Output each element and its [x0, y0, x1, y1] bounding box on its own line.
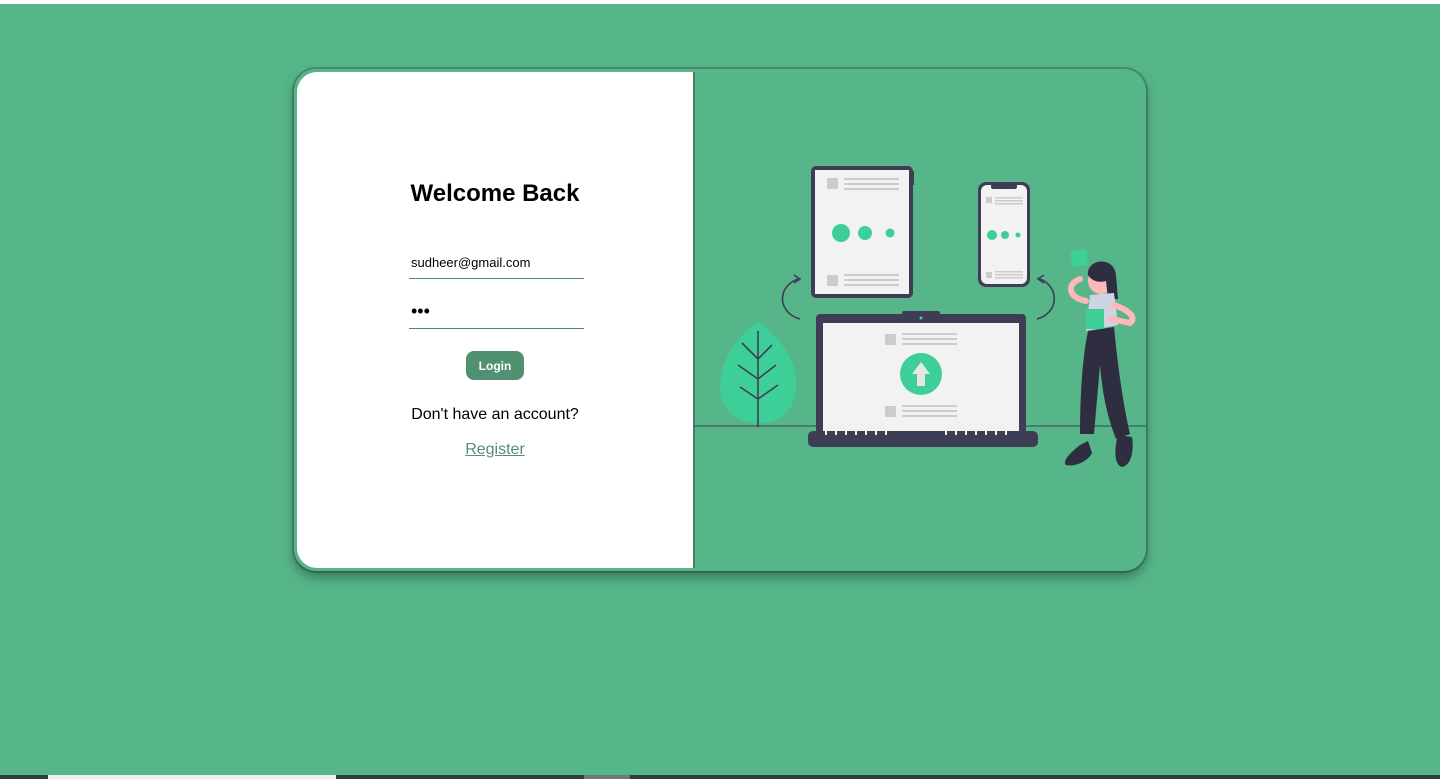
login-card: Welcome Back Login Don't have an account… — [294, 69, 1146, 571]
email-field[interactable] — [409, 246, 584, 279]
taskbar-strip — [0, 775, 1440, 779]
password-field[interactable] — [409, 294, 584, 329]
login-button[interactable]: Login — [466, 351, 524, 380]
login-form-panel: Welcome Back Login Don't have an account… — [297, 72, 695, 568]
register-link[interactable]: Register — [297, 441, 693, 459]
leaf-icon — [720, 321, 797, 427]
person-icon — [1064, 248, 1136, 467]
laptop-icon — [808, 311, 1038, 447]
no-account-text: Don't have an account? — [411, 406, 579, 423]
curved-arrow-right-icon — [1036, 278, 1056, 320]
page-title: Welcome Back — [410, 180, 580, 207]
curved-arrow-left-icon — [781, 278, 801, 320]
illustration — [694, 166, 1146, 467]
phone-icon — [978, 182, 1030, 287]
tablet-icon — [811, 166, 914, 298]
upload-arrow-icon — [900, 353, 942, 395]
